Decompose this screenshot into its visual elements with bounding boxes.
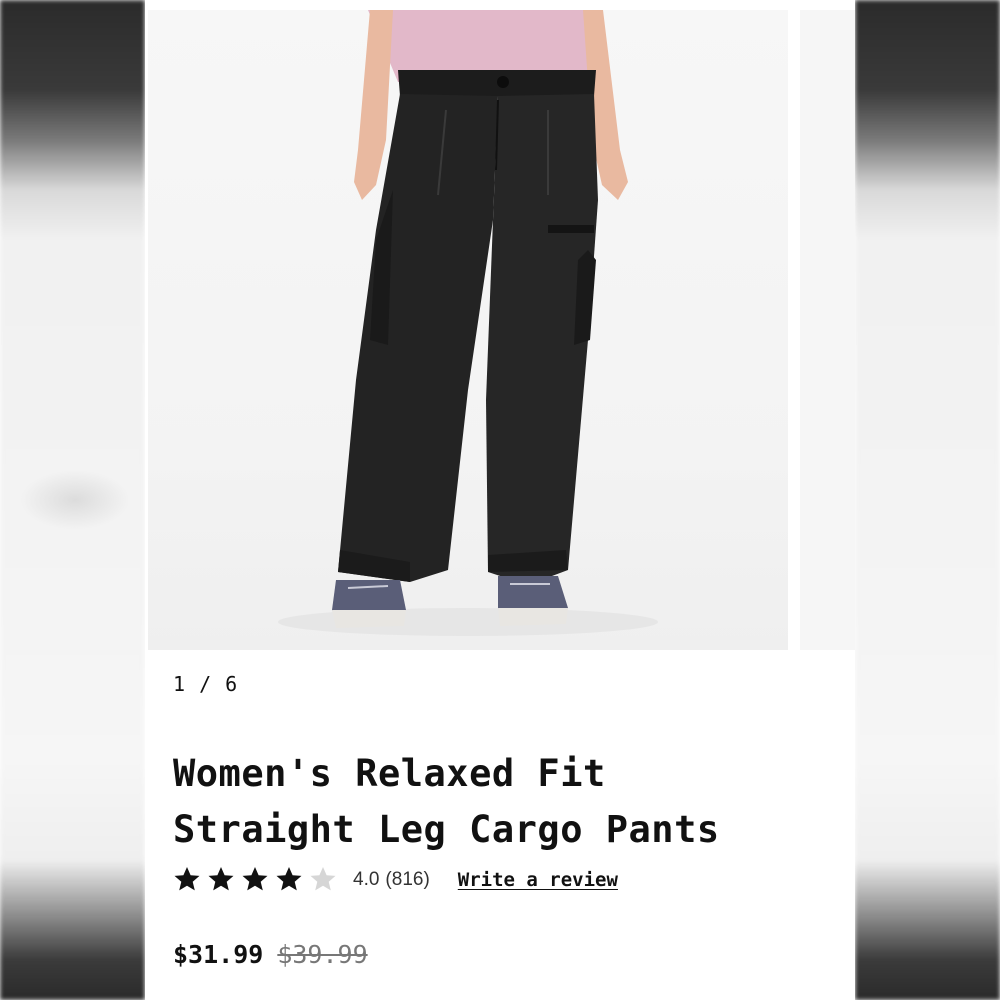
rating-value: 4.0: [353, 869, 380, 890]
pants-illustration: [278, 10, 658, 636]
product-title-line1: Women's Relaxed Fit: [173, 752, 606, 795]
product-image[interactable]: [148, 10, 788, 650]
product-title: Women's Relaxed Fit Straight Leg Cargo P…: [173, 746, 833, 858]
write-review-link[interactable]: Write a review: [458, 869, 618, 891]
background-left-blur: [0, 0, 145, 1000]
product-card: 1 / 6 Women's Relaxed Fit Straight Leg C…: [145, 0, 855, 1000]
next-slide-peek[interactable]: [800, 10, 855, 650]
background-right-blur: [855, 0, 1000, 1000]
star-filled-icon: [241, 865, 271, 895]
rating-row: 4.0 (816) Write a review: [173, 864, 618, 896]
sale-price: $31.99: [173, 940, 264, 969]
star-empty-icon: [309, 865, 339, 895]
price-row: $31.99 $39.99: [173, 940, 368, 969]
star-filled-icon: [275, 865, 305, 895]
page-frame: 1 / 6 Women's Relaxed Fit Straight Leg C…: [0, 0, 1000, 1000]
star-filled-icon: [173, 865, 203, 895]
gallery-counter: 1 / 6: [173, 672, 239, 696]
product-title-line2: Straight Leg Cargo Pants: [173, 808, 720, 851]
review-count: (816): [385, 869, 430, 890]
image-gallery[interactable]: [145, 10, 855, 650]
rating-summary: 4.0 (816): [353, 869, 430, 891]
star-rating[interactable]: [173, 865, 343, 895]
star-filled-icon: [207, 865, 237, 895]
original-price: $39.99: [277, 940, 368, 969]
